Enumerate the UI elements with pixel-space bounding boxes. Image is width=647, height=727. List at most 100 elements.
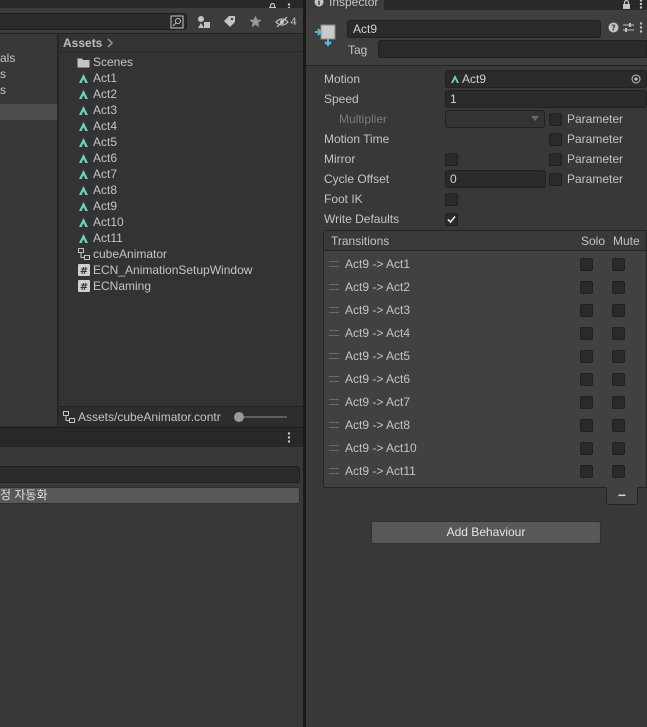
transition-row[interactable]: Act9 -> Act10 <box>324 437 647 460</box>
asset-item[interactable]: Act4 <box>59 118 303 134</box>
mirror-parameter-checkbox[interactable] <box>549 153 562 166</box>
mute-checkbox[interactable] <box>612 304 625 317</box>
bottom-text-field[interactable] <box>0 466 300 483</box>
mute-checkbox[interactable] <box>612 419 625 432</box>
foot-ik-checkbox[interactable] <box>445 193 458 206</box>
solo-checkbox[interactable] <box>580 281 593 294</box>
script-icon: # <box>77 264 90 277</box>
transition-row[interactable]: Act9 -> Act1 <box>324 253 647 276</box>
animation-clip-icon <box>77 88 90 101</box>
solo-checkbox[interactable] <box>580 258 593 271</box>
hidden-count: 4 <box>290 15 297 28</box>
folder-icon <box>77 56 90 69</box>
cycle-offset-parameter-checkbox[interactable] <box>549 173 562 186</box>
help-icon[interactable]: ? <box>608 22 619 36</box>
transition-row[interactable]: Act9 -> Act8 <box>324 414 647 437</box>
drag-handle-icon[interactable] <box>329 261 339 267</box>
transition-row[interactable]: Act9 -> Act4 <box>324 322 647 345</box>
asset-item[interactable]: Act8 <box>59 182 303 198</box>
transition-row[interactable]: Act9 -> Act3 <box>324 299 647 322</box>
add-behaviour-button[interactable]: Add Behaviour <box>371 521 601 544</box>
write-defaults-checkbox[interactable] <box>445 213 458 226</box>
folder-item[interactable]: s <box>0 66 57 82</box>
tab-inspector[interactable]: Inspector <box>306 0 384 10</box>
mute-checkbox[interactable] <box>612 465 625 478</box>
mute-checkbox[interactable] <box>612 442 625 455</box>
filter-by-label-icon[interactable] <box>220 12 238 31</box>
solo-checkbox[interactable] <box>580 465 593 478</box>
asset-item[interactable]: cubeAnimator <box>59 246 303 262</box>
asset-item[interactable]: Act5 <box>59 134 303 150</box>
hidden-packages-toggle[interactable]: 4 <box>272 12 300 31</box>
asset-label: Act4 <box>93 119 118 133</box>
solo-checkbox[interactable] <box>580 327 593 340</box>
asset-item[interactable]: Scenes <box>59 54 303 70</box>
transition-row[interactable]: Act9 -> Act7 <box>324 391 647 414</box>
asset-item[interactable]: Act7 <box>59 166 303 182</box>
drag-handle-icon[interactable] <box>329 445 339 451</box>
asset-item[interactable]: Act1 <box>59 70 303 86</box>
bottom-action-button[interactable]: 정 자동화 <box>0 487 300 504</box>
solo-checkbox[interactable] <box>580 373 593 386</box>
remove-transition-button[interactable]: − <box>606 487 638 505</box>
drag-handle-icon[interactable] <box>329 376 339 382</box>
folder-item[interactable]: s <box>0 82 57 98</box>
asset-item[interactable]: # ECNaming <box>59 278 303 294</box>
folder-item-selected[interactable] <box>0 104 57 120</box>
asset-item[interactable]: Act2 <box>59 86 303 102</box>
transition-row[interactable]: Act9 -> Act11 <box>324 460 647 483</box>
drag-handle-icon[interactable] <box>329 330 339 336</box>
preset-sliders-icon[interactable] <box>623 22 634 36</box>
object-picker-icon[interactable] <box>631 74 641 84</box>
animation-clip-icon <box>77 120 90 133</box>
asset-item[interactable]: Act9 <box>59 198 303 214</box>
transition-label: Act9 -> Act1 <box>345 257 411 271</box>
drag-handle-icon[interactable] <box>329 307 339 313</box>
asset-label: Act1 <box>93 71 118 85</box>
solo-checkbox[interactable] <box>580 396 593 409</box>
solo-checkbox[interactable] <box>580 419 593 432</box>
asset-item[interactable]: Act6 <box>59 150 303 166</box>
multiplier-parameter-checkbox[interactable] <box>549 113 562 126</box>
slider-handle[interactable] <box>234 412 244 422</box>
asset-item[interactable]: Act10 <box>59 214 303 230</box>
project-search-input[interactable] <box>0 13 187 30</box>
folder-item[interactable]: als <box>0 50 57 66</box>
breadcrumb-assets[interactable]: Assets <box>63 34 102 52</box>
transition-row[interactable]: Act9 -> Act2 <box>324 276 647 299</box>
drag-handle-icon[interactable] <box>329 284 339 290</box>
drag-handle-icon[interactable] <box>329 422 339 428</box>
transition-row[interactable]: Act9 -> Act6 <box>324 368 647 391</box>
more-menu-icon[interactable] <box>287 432 291 446</box>
drag-handle-icon[interactable] <box>329 353 339 359</box>
mute-checkbox[interactable] <box>612 327 625 340</box>
mute-checkbox[interactable] <box>612 258 625 271</box>
solo-checkbox[interactable] <box>580 350 593 363</box>
solo-checkbox[interactable] <box>580 304 593 317</box>
motion-object-field[interactable]: Act9 <box>445 70 647 88</box>
mute-checkbox[interactable] <box>612 396 625 409</box>
asset-item[interactable]: # ECN_AnimationSetupWindow <box>59 262 303 278</box>
write-defaults-row: Write Defaults <box>306 209 647 229</box>
cycle-offset-input[interactable]: 0 <box>445 170 546 188</box>
favorite-star-icon[interactable] <box>246 12 264 31</box>
filter-by-type-icon[interactable] <box>195 12 213 31</box>
transition-row[interactable]: Act9 -> Act5 <box>324 345 647 368</box>
tag-input[interactable] <box>378 40 647 58</box>
motion-time-parameter-checkbox[interactable] <box>549 133 562 146</box>
asset-item[interactable]: Act11 <box>59 230 303 246</box>
mute-checkbox[interactable] <box>612 281 625 294</box>
mirror-checkbox[interactable] <box>445 153 458 166</box>
icon-size-slider[interactable] <box>234 412 287 422</box>
drag-handle-icon[interactable] <box>329 468 339 474</box>
mute-checkbox[interactable] <box>612 350 625 363</box>
asset-item[interactable]: Act3 <box>59 102 303 118</box>
state-name-input[interactable]: Act9 <box>347 20 601 38</box>
drag-handle-icon[interactable] <box>329 399 339 405</box>
search-by-type-icon[interactable] <box>170 12 184 31</box>
mute-checkbox[interactable] <box>612 373 625 386</box>
more-menu-icon[interactable] <box>639 22 643 36</box>
chevron-right-icon <box>107 37 114 48</box>
speed-input[interactable]: 1 <box>445 90 647 108</box>
solo-checkbox[interactable] <box>580 442 593 455</box>
